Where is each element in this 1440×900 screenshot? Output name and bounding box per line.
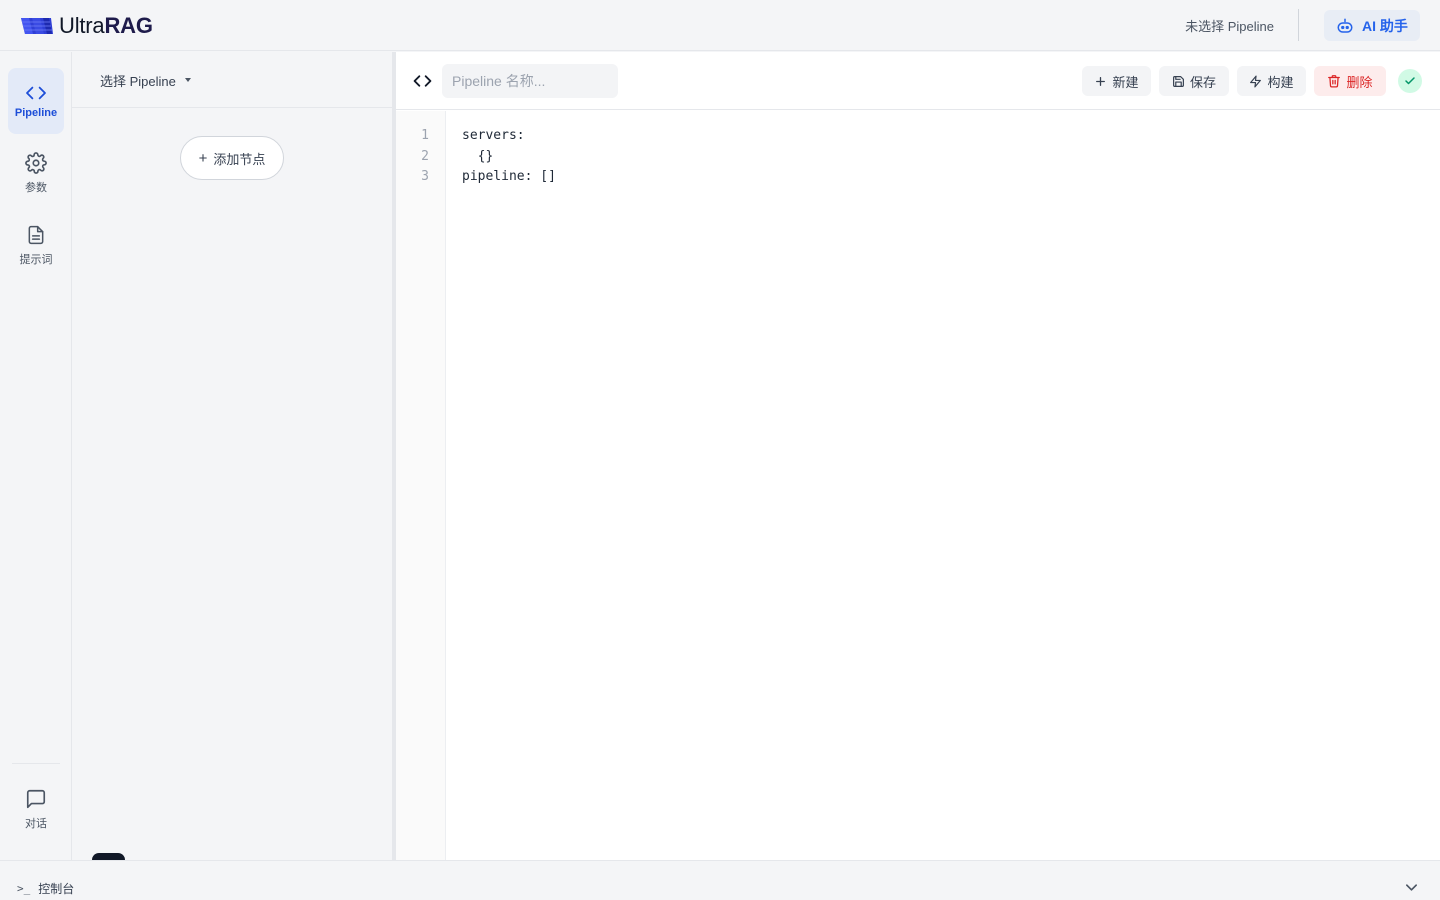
- robot-icon: [1337, 18, 1353, 33]
- chevron-down-icon[interactable]: [1405, 883, 1418, 892]
- brand-name-bold: RAG: [104, 13, 153, 38]
- validation-status-badge: [1398, 69, 1422, 93]
- terminal-icon: >_: [17, 882, 31, 895]
- save-button-label: 保存: [1189, 74, 1216, 90]
- console-header[interactable]: >_ 控制台: [17, 880, 74, 897]
- lightning-icon: [1250, 74, 1262, 88]
- rail-divider: [12, 763, 60, 764]
- nav-item-pipeline[interactable]: Pipeline: [8, 68, 64, 134]
- pipeline-name-input[interactable]: [442, 64, 618, 98]
- delete-button-label: 删除: [1346, 74, 1373, 90]
- code-line: pipeline: []: [462, 169, 556, 184]
- pipeline-status-text: 未选择 Pipeline: [1185, 19, 1274, 34]
- yaml-editor-panel: 新建 保存 构建 删除 1 2 3 servers: {} pipeline: …: [396, 52, 1440, 860]
- console-label: 控制台: [38, 882, 75, 896]
- nav-item-label: 对话: [25, 817, 47, 830]
- build-button[interactable]: 构建: [1237, 66, 1306, 96]
- line-number: 3: [421, 169, 429, 184]
- build-button-label: 构建: [1267, 74, 1294, 90]
- top-header: UltraRAG 未选择 Pipeline AI 助手: [0, 0, 1440, 51]
- new-button[interactable]: 新建: [1082, 66, 1151, 96]
- line-number: 2: [421, 149, 429, 164]
- app-logo[interactable]: UltraRAG: [20, 13, 153, 39]
- nav-item-prompts[interactable]: 提示词: [8, 212, 64, 278]
- trash-icon: [1328, 75, 1341, 88]
- node-panel-header: 选择 Pipeline: [72, 52, 392, 108]
- code-icon: [26, 86, 46, 99]
- document-icon: [28, 225, 44, 244]
- ai-assistant-button[interactable]: AI 助手: [1324, 10, 1420, 41]
- nav-item-chat[interactable]: 对话: [8, 776, 64, 842]
- add-node-label: 添加节点: [213, 151, 266, 167]
- ai-assistant-label: AI 助手: [1362, 17, 1408, 34]
- code-area[interactable]: servers: {} pipeline: []: [447, 111, 1440, 860]
- gear-icon: [25, 151, 47, 174]
- ultrarag-logo-icon: [21, 18, 53, 34]
- plus-icon: [1096, 76, 1106, 86]
- console-bar[interactable]: >_ 控制台: [0, 860, 1440, 900]
- line-number-gutter: 1 2 3: [396, 111, 446, 860]
- nav-item-label: 参数: [25, 181, 47, 194]
- code-line: {}: [462, 149, 494, 164]
- pipeline-node-panel: 选择 Pipeline + 添加节点: [72, 52, 392, 861]
- brand-name-light: Ultra: [59, 13, 105, 38]
- select-pipeline-dropdown[interactable]: 选择 Pipeline: [89, 67, 202, 93]
- chat-icon: [26, 789, 46, 808]
- plus-icon: +: [198, 149, 208, 167]
- brand-name: UltraRAG: [59, 13, 153, 39]
- check-icon: [1405, 77, 1415, 85]
- nav-item-label: 提示词: [19, 253, 53, 266]
- save-icon: [1173, 75, 1184, 87]
- code-view-icon[interactable]: [413, 73, 432, 89]
- caret-down-icon: [184, 78, 191, 82]
- select-pipeline-label: 选择 Pipeline: [100, 73, 176, 89]
- add-node-button[interactable]: + 添加节点: [180, 136, 284, 180]
- header-divider: [1298, 9, 1299, 41]
- code-line: servers:: [462, 128, 525, 143]
- editor-toolbar: 新建 保存 构建 删除: [396, 52, 1440, 110]
- save-button[interactable]: 保存: [1159, 66, 1229, 96]
- new-button-label: 新建: [1112, 74, 1139, 90]
- nav-item-label: Pipeline: [14, 106, 58, 119]
- left-nav-rail: Pipeline 参数 提示词 对话: [0, 52, 72, 860]
- delete-button[interactable]: 删除: [1314, 66, 1386, 96]
- nav-item-parameters[interactable]: 参数: [8, 140, 64, 206]
- line-number: 1: [421, 128, 429, 143]
